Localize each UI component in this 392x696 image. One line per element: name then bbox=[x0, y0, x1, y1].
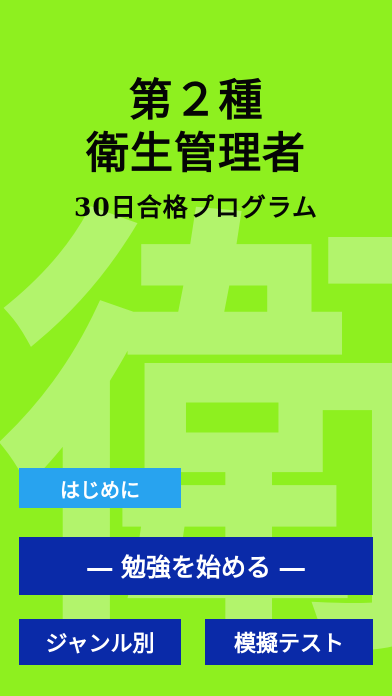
home-screen: 衛 第２種 衛生管理者 30日合格プログラム はじめに ― 勉強を始める ― ジ… bbox=[0, 0, 392, 696]
page-title-line1: 第２種 bbox=[128, 75, 264, 126]
genre-button[interactable]: ジャンル別 bbox=[19, 619, 181, 665]
intro-button[interactable]: はじめに bbox=[19, 468, 181, 508]
genre-button-label: ジャンル別 bbox=[45, 631, 155, 657]
start-study-button-label: ― 勉強を始める ― bbox=[87, 553, 305, 582]
intro-button-label: はじめに bbox=[60, 477, 140, 502]
title-block: 第２種 衛生管理者 30日合格プログラム bbox=[0, 74, 392, 224]
start-study-button[interactable]: ― 勉強を始める ― bbox=[19, 537, 373, 595]
mock-test-button-label: 模擬テスト bbox=[233, 631, 344, 657]
page-subtitle: 30日合格プログラム bbox=[73, 193, 319, 222]
mock-test-button[interactable]: 模擬テスト bbox=[205, 619, 373, 665]
page-title-line2: 衛生管理者 bbox=[86, 129, 306, 179]
